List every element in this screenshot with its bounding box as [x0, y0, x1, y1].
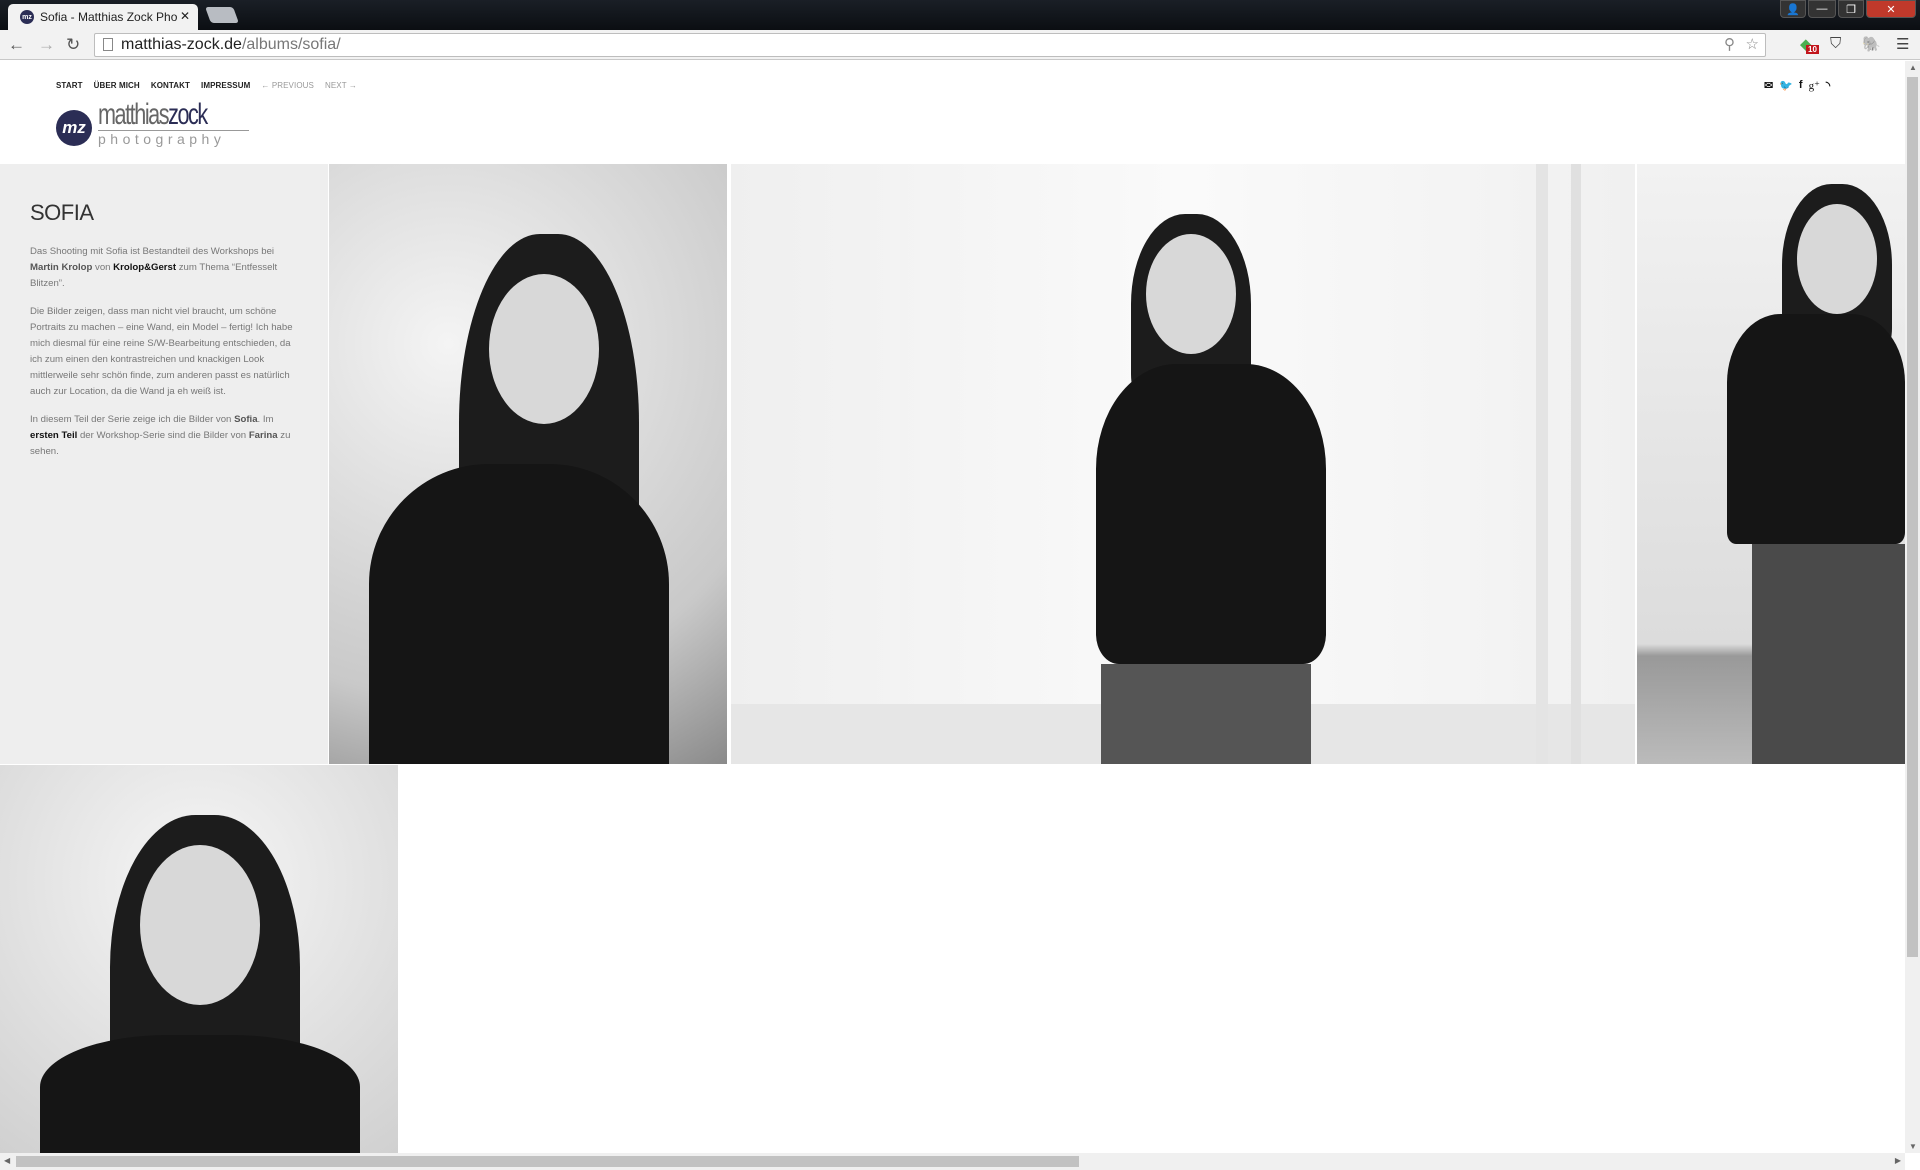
- vertical-scroll-thumb[interactable]: [1907, 77, 1918, 957]
- forward-icon[interactable]: →: [38, 35, 55, 55]
- nav-kontakt[interactable]: KONTAKT: [151, 81, 190, 90]
- twitter-icon[interactable]: 🐦: [1779, 79, 1793, 92]
- gallery-photo-2[interactable]: [731, 164, 1635, 764]
- address-bar[interactable]: matthias-zock.de/albums/sofia/ ⚲ ☆: [94, 33, 1766, 57]
- browser-toolbar: ← → ↻ matthias-zock.de/albums/sofia/ ⚲ ☆…: [0, 30, 1920, 60]
- link-farina[interactable]: Farina: [249, 430, 278, 441]
- site-logo[interactable]: mz matthiaszock photography: [56, 98, 250, 147]
- nav-impressum[interactable]: IMPRESSUM: [201, 81, 250, 90]
- paragraph-1: Das Shooting mit Sofia ist Bestandteil d…: [30, 246, 278, 289]
- google-plus-icon[interactable]: g⁺: [1809, 79, 1820, 92]
- reload-icon[interactable]: ↻: [66, 35, 80, 55]
- favicon: mz: [20, 10, 34, 24]
- link-sofia[interactable]: Sofia: [234, 414, 257, 425]
- nav-ueber-mich[interactable]: ÜBER MICH: [94, 81, 140, 90]
- extension-badge: 10: [1806, 45, 1819, 54]
- logo-tagline: photography: [98, 130, 250, 147]
- gallery-photo-3[interactable]: [1637, 164, 1905, 764]
- mail-icon[interactable]: ✉: [1764, 79, 1773, 92]
- evernote-extension-icon[interactable]: 🐘: [1862, 35, 1881, 53]
- bookmark-star-icon[interactable]: ☆: [1746, 34, 1759, 56]
- url-host: matthias-zock.de: [121, 36, 242, 53]
- close-window-button[interactable]: ✕: [1866, 0, 1916, 18]
- nav-start[interactable]: START: [56, 81, 83, 90]
- tab-bar: mz Sofia - Matthias Zock Pho ✕ 👤 — ❐ ✕: [0, 0, 1920, 30]
- nav-next[interactable]: NEXT →: [325, 81, 357, 90]
- gallery-photo-1[interactable]: [329, 164, 727, 764]
- zoom-icon[interactable]: ⚲: [1724, 34, 1735, 56]
- album-title: SOFIA: [30, 200, 94, 225]
- back-icon[interactable]: ←: [8, 35, 25, 55]
- minimize-button[interactable]: —: [1808, 0, 1836, 18]
- facebook-icon[interactable]: f: [1799, 79, 1803, 92]
- logo-mark: mz: [56, 110, 92, 146]
- gallery-photo-4[interactable]: [0, 765, 398, 1153]
- menu-icon[interactable]: ☰: [1896, 35, 1909, 53]
- page-icon: [103, 38, 113, 51]
- vertical-scrollbar[interactable]: ▲ ▼: [1905, 61, 1920, 1153]
- close-tab-icon[interactable]: ✕: [180, 9, 190, 23]
- tab-title: Sofia - Matthias Zock Pho: [40, 10, 178, 24]
- paragraph-3: In diesem Teil der Serie zeige ich die B…: [30, 414, 291, 457]
- nav-previous[interactable]: ← PREVIOUS: [261, 81, 314, 90]
- horizontal-scrollbar[interactable]: ◀ ▶: [0, 1153, 1905, 1170]
- social-links: ✉ 🐦 f g⁺ ◝: [1764, 79, 1830, 92]
- user-icon[interactable]: 👤: [1780, 0, 1806, 18]
- link-martin-krolop[interactable]: Martin Krolop: [30, 262, 92, 273]
- paragraph-2: Die Bilder zeigen, dass man nicht viel b…: [30, 306, 293, 397]
- url-path: /albums/sofia/: [241, 36, 341, 53]
- logo-name: matthiaszock: [98, 98, 208, 131]
- album-description: SOFIA Das Shooting mit Sofia ist Bestand…: [0, 164, 328, 764]
- new-tab-button[interactable]: [205, 7, 239, 23]
- main-nav: START ÜBER MICH KONTAKT IMPRESSUM ← PREV…: [56, 81, 357, 90]
- link-krolop-gerst[interactable]: Krolop&Gerst: [113, 262, 176, 273]
- link-ersten-teil[interactable]: ersten Teil: [30, 430, 77, 441]
- browser-tab[interactable]: mz Sofia - Matthias Zock Pho ✕: [8, 4, 198, 30]
- horizontal-scroll-thumb[interactable]: [16, 1156, 1079, 1167]
- rss-icon[interactable]: ◝: [1826, 79, 1830, 92]
- maximize-button[interactable]: ❐: [1838, 0, 1864, 18]
- pocket-extension-icon[interactable]: ⛉: [1830, 35, 1841, 52]
